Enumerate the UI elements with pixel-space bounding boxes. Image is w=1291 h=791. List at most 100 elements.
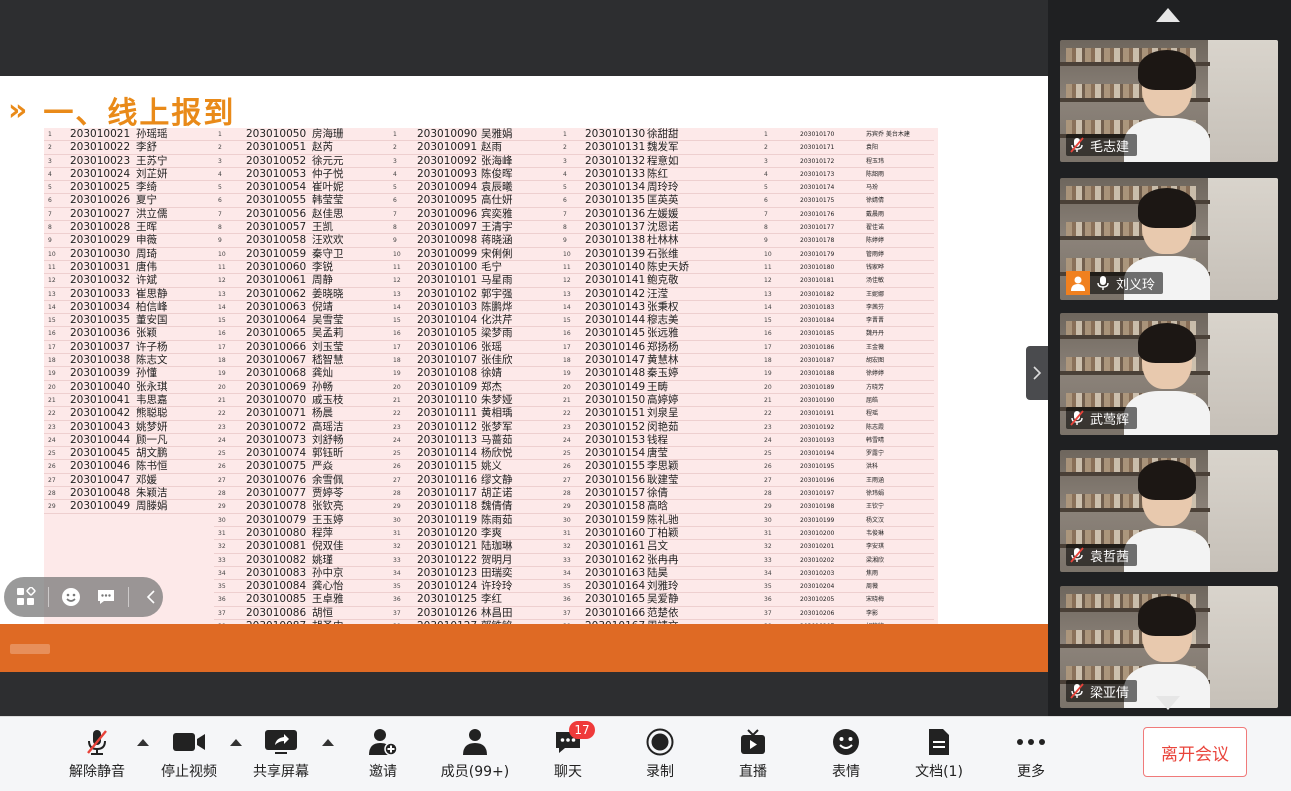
row-number: 32	[563, 543, 571, 551]
table-row: 4 203010093 陈俊晖	[389, 168, 559, 182]
user-icon	[458, 727, 492, 757]
mic-muted-icon	[1070, 410, 1084, 426]
student-name: 周玲玲	[647, 181, 679, 194]
row-number: 34	[764, 569, 772, 577]
chevron-left-icon[interactable]	[139, 584, 163, 610]
mic-muted-icon	[1070, 547, 1084, 563]
table-row: 21 203010150 高婷婷	[559, 394, 734, 408]
table-row: 16 203010145 张远雅	[559, 327, 734, 341]
student-name: 周琦	[136, 247, 157, 260]
student-name: 汤佳敏	[866, 277, 885, 285]
row-number: 3	[764, 157, 768, 165]
row-number: 20	[48, 383, 56, 391]
emoji-icon[interactable]	[59, 584, 83, 610]
row-number: 4	[764, 170, 768, 178]
gallery-scroll-down-icon[interactable]	[1156, 696, 1180, 710]
stop-video-button[interactable]: 停止视频	[144, 727, 234, 787]
participant-name-label: 武莺辉	[1066, 407, 1138, 429]
row-number: 8	[48, 224, 52, 232]
student-name: 秦玉婷	[647, 367, 679, 380]
share-screen-button[interactable]: 共享屏幕	[236, 727, 326, 787]
student-name: 姚瑾	[312, 553, 333, 566]
row-number: 10	[764, 250, 772, 258]
row-number: 2	[48, 144, 52, 152]
table-row: 29 203010118 魏倩倩	[389, 500, 559, 514]
table-row: 20 203010040 张永琪	[44, 381, 214, 394]
unmute-button[interactable]: 解除静音	[52, 727, 142, 787]
layout-grid-icon[interactable]	[14, 584, 38, 610]
documents-button[interactable]: 文档(1)	[894, 727, 984, 787]
members-button[interactable]: 成员(99+)	[430, 727, 520, 787]
table-row: 22 203010151 刘泉呈	[559, 407, 734, 421]
student-id: 203010072	[246, 420, 307, 433]
student-id: 203010136	[585, 207, 646, 220]
student-id: 203010138	[585, 234, 646, 247]
table-row: 6 203010055 韩莹莹	[214, 194, 389, 208]
participant-video-figure	[1124, 323, 1210, 435]
student-id: 203010108	[417, 367, 478, 380]
table-row: 2 203010091 赵雨	[389, 141, 559, 155]
live-stream-button[interactable]: 直播	[708, 727, 798, 787]
student-name: 徐甜甜	[647, 128, 679, 140]
table-row: 23 203010072 高瑶洁	[214, 421, 389, 434]
share-options-caret-icon[interactable]	[322, 739, 334, 746]
more-button[interactable]: 更多	[986, 727, 1076, 787]
comment-icon[interactable]	[94, 584, 118, 610]
row-number: 15	[218, 317, 226, 325]
gallery-collapse-tab[interactable]	[1026, 346, 1048, 400]
table-row: 27 203010116 缪文静	[389, 474, 559, 488]
invite-button[interactable]: 邀请	[338, 727, 428, 787]
participant-video-tile[interactable]: 武莺辉	[1060, 313, 1278, 435]
row-number: 4	[48, 170, 52, 178]
student-name: 姚梦妍	[136, 420, 168, 433]
student-id: 203010085	[246, 593, 307, 606]
student-id: 203010183	[800, 303, 835, 311]
student-id: 203010137	[585, 221, 646, 234]
student-id: 203010158	[585, 500, 646, 513]
slide-title: » 一、线上报到	[8, 90, 235, 132]
record-button[interactable]: 录制	[615, 727, 705, 787]
student-name: 董安国	[136, 314, 168, 327]
student-id: 203010133	[585, 167, 646, 180]
chat-button[interactable]: 17 聊天	[523, 721, 613, 787]
student-id: 203010056	[246, 207, 307, 220]
participant-video-tile[interactable]: 刘义玲	[1060, 178, 1278, 300]
student-name: 王钦宁	[866, 503, 885, 511]
participant-video-tile[interactable]: 袁哲茜	[1060, 450, 1278, 572]
student-id: 203010179	[800, 250, 835, 258]
table-row: 19 203010188 徐婷婷	[734, 367, 934, 381]
row-number: 9	[393, 237, 397, 245]
student-name: 戴晨雨	[866, 210, 885, 218]
student-id: 203010039	[70, 367, 131, 380]
student-name: 宋俐俐	[481, 247, 513, 260]
student-name: 张佳欣	[481, 354, 513, 367]
table-row: 5 203010094 袁辰曦	[389, 181, 559, 195]
student-id: 203010165	[585, 593, 646, 606]
student-name: 赵雨	[481, 141, 502, 154]
row-number: 16	[764, 330, 772, 338]
table-row: 27 203010047 邓媛	[44, 474, 214, 488]
row-number: 5	[563, 184, 567, 192]
row-number: 10	[393, 250, 401, 258]
row-number: 13	[764, 290, 772, 298]
participant-video-tile[interactable]: 毛志建	[1060, 40, 1278, 162]
participant-video-figure	[1124, 460, 1210, 572]
table-row: 13 203010102 郭宇强	[389, 288, 559, 301]
gallery-scroll-up-icon[interactable]	[1156, 8, 1180, 22]
leave-meeting-button[interactable]: 离开会议	[1143, 727, 1247, 777]
student-name: 唐莹	[647, 447, 668, 460]
table-row: 31 203010080 程萍	[214, 526, 389, 541]
participant-video-tile[interactable]: 梁亚倩	[1060, 586, 1278, 708]
student-name: 范楚依	[647, 606, 679, 619]
table-row: 35 203010204 周薇	[734, 580, 934, 594]
student-name: 程萍	[312, 526, 333, 539]
table-row: 10 203010030 周琦	[44, 248, 214, 261]
student-name: 戚玉枝	[312, 393, 344, 406]
participant-name-label: 刘义玲	[1066, 271, 1164, 295]
student-name: 许斌	[136, 274, 157, 287]
student-id: 203010195	[800, 463, 835, 471]
row-number: 32	[393, 543, 401, 551]
row-number: 18	[48, 357, 56, 365]
reactions-button[interactable]: 表情	[801, 727, 891, 787]
student-name: 孙瑶瑶	[136, 128, 168, 140]
